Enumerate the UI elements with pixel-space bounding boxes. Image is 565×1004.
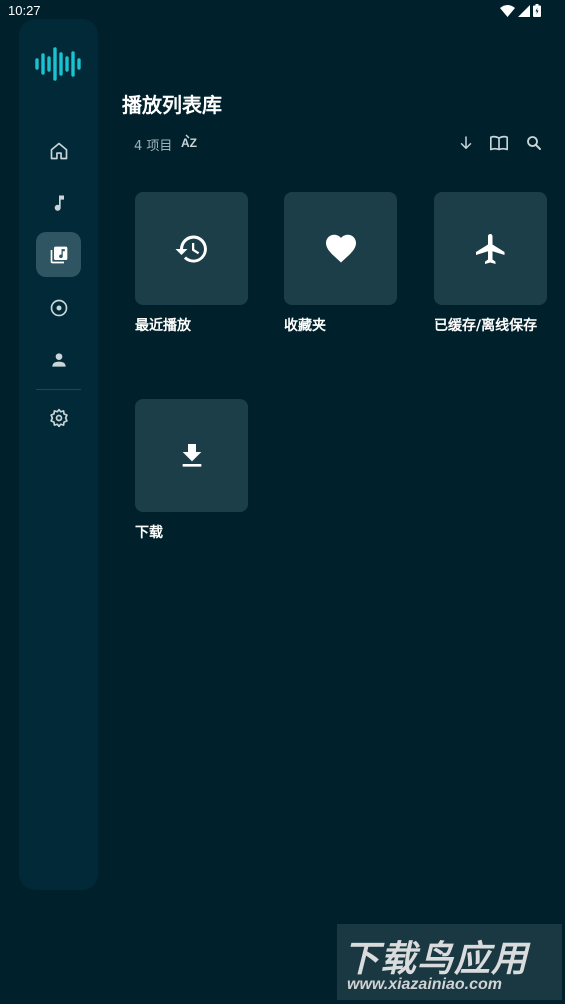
arrow-down-icon xyxy=(460,136,472,149)
view-mode-button[interactable] xyxy=(489,133,509,153)
watermark-title: 下载鸟应用 xyxy=(343,939,529,980)
tile-cached-offline[interactable]: 已缓存/离线保存 xyxy=(434,192,548,335)
tile-recently-played[interactable]: 最近播放 xyxy=(135,192,249,335)
item-count: 4 项目 xyxy=(134,139,173,154)
tile-icon-box[interactable] xyxy=(135,399,248,512)
home-icon xyxy=(50,142,67,159)
wifi-icon xyxy=(500,4,515,17)
nav-settings[interactable] xyxy=(36,395,81,440)
app-logo-icon xyxy=(35,47,81,81)
nav-home[interactable] xyxy=(36,128,81,173)
airplane-icon xyxy=(475,233,504,264)
heart-icon xyxy=(325,234,356,262)
sort-az-icon: AZ xyxy=(181,134,197,150)
tile-favorites[interactable]: 收藏夹 xyxy=(284,192,398,335)
album-icon xyxy=(50,299,67,316)
tile-icon-box[interactable] xyxy=(284,192,397,305)
tile-downloads[interactable]: 下载 xyxy=(135,399,249,542)
tile-label: 最近播放 xyxy=(135,318,191,334)
download-icon xyxy=(182,443,201,467)
tile-label: 已缓存/离线保存 xyxy=(434,318,538,334)
nav-library[interactable] xyxy=(36,232,81,277)
tile-label: 收藏夹 xyxy=(284,318,326,334)
library-music-icon xyxy=(50,246,67,263)
watermark: 下载鸟应用 www.xiazainiao.com xyxy=(337,924,562,1000)
sort-direction-button[interactable] xyxy=(456,133,476,153)
navigation-rail xyxy=(19,19,98,890)
search-button[interactable] xyxy=(524,133,544,153)
nav-songs[interactable] xyxy=(36,180,81,225)
person-icon xyxy=(51,352,66,367)
history-icon xyxy=(175,235,207,262)
tile-icon-box[interactable] xyxy=(434,192,547,305)
battery-icon xyxy=(533,4,541,17)
sort-az-button[interactable]: AZ xyxy=(180,134,200,152)
tile-label: 下载 xyxy=(135,525,163,541)
status-time: 10:27 xyxy=(8,3,41,18)
book-icon xyxy=(490,135,508,151)
status-icons xyxy=(500,4,541,17)
page-title: 播放列表库 xyxy=(122,93,222,117)
nav-albums[interactable] xyxy=(36,285,81,330)
rail-divider xyxy=(36,389,81,390)
nav-artists[interactable] xyxy=(36,337,81,382)
music-note-icon xyxy=(54,195,64,211)
watermark-url: www.xiazainiao.com xyxy=(347,976,503,993)
signal-icon xyxy=(518,4,530,17)
svg-text:AZ: AZ xyxy=(181,136,197,150)
settings-gear-icon xyxy=(49,408,68,427)
tile-icon-box[interactable] xyxy=(135,192,248,305)
search-icon xyxy=(527,136,541,150)
